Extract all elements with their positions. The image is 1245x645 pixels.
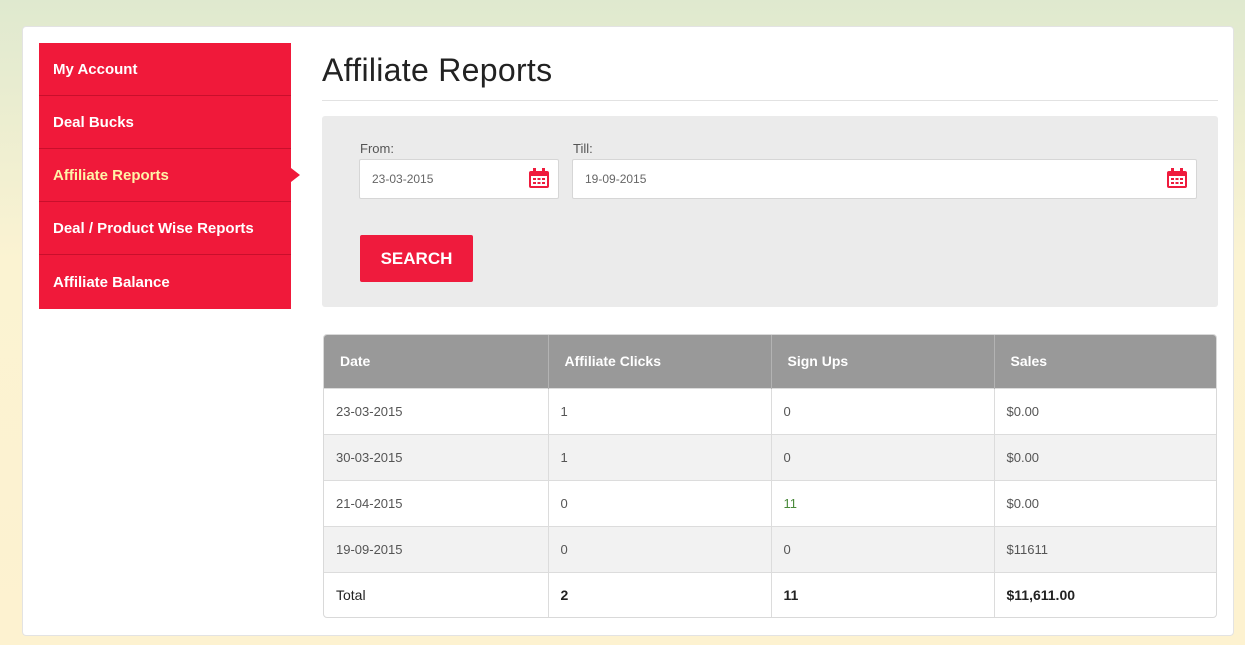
table-header-row: Date Affiliate Clicks Sign Ups Sales bbox=[324, 335, 1216, 388]
affiliate-report-table: Date Affiliate Clicks Sign Ups Sales 23-… bbox=[323, 334, 1217, 618]
sidebar-item-my-account[interactable]: My Account bbox=[39, 43, 291, 96]
column-header-sales[interactable]: Sales bbox=[994, 335, 1216, 388]
table-row: 21-04-2015 0 11 $0.00 bbox=[324, 479, 1216, 526]
total-sales: $11,611.00 bbox=[994, 571, 1216, 617]
total-sign-ups: 11 bbox=[771, 571, 995, 617]
cell-sales: $0.00 bbox=[994, 387, 1216, 434]
table-row: 19-09-2015 0 0 $11611 bbox=[324, 525, 1216, 572]
sidebar-item-deal-product-wise-reports[interactable]: Deal / Product Wise Reports bbox=[39, 202, 291, 255]
column-header-affiliate-clicks[interactable]: Affiliate Clicks bbox=[548, 335, 772, 388]
cell-sales: $11611 bbox=[994, 525, 1216, 572]
sidebar-item-affiliate-balance[interactable]: Affiliate Balance bbox=[39, 255, 291, 309]
calendar-icon[interactable] bbox=[528, 168, 550, 189]
column-header-date[interactable]: Date bbox=[324, 335, 549, 388]
till-date-field[interactable]: 19-09-2015 bbox=[572, 159, 1197, 199]
cell-sign-ups: 0 bbox=[771, 433, 995, 480]
cell-sign-ups: 0 bbox=[771, 525, 995, 572]
sidebar-item-affiliate-reports[interactable]: Affiliate Reports bbox=[39, 149, 300, 202]
sidebar-item-label: My Account bbox=[53, 60, 138, 78]
sidebar-item-deal-bucks[interactable]: Deal Bucks bbox=[39, 96, 291, 149]
calendar-icon[interactable] bbox=[1166, 168, 1188, 189]
cell-affiliate-clicks: 0 bbox=[548, 525, 772, 572]
cell-sign-ups: 0 bbox=[771, 387, 995, 434]
table-total-row: Total 2 11 $11,611.00 bbox=[324, 571, 1216, 617]
cell-sales: $0.00 bbox=[994, 433, 1216, 480]
sidebar-item-label: Affiliate Balance bbox=[53, 273, 170, 291]
column-header-sign-ups[interactable]: Sign Ups bbox=[771, 335, 995, 388]
title-divider bbox=[322, 100, 1218, 101]
table-row: 30-03-2015 1 0 $0.00 bbox=[324, 433, 1216, 480]
cell-sign-ups: 11 bbox=[771, 479, 995, 526]
active-arrow-indicator bbox=[291, 168, 300, 182]
cell-date: 19-09-2015 bbox=[324, 525, 549, 572]
page-title: Affiliate Reports bbox=[322, 52, 553, 88]
cell-date: 30-03-2015 bbox=[324, 433, 549, 480]
search-button[interactable]: SEARCH bbox=[360, 235, 473, 282]
from-date-value: 23-03-2015 bbox=[372, 172, 434, 186]
cell-sales: $0.00 bbox=[994, 479, 1216, 526]
sidebar-item-label: Deal / Product Wise Reports bbox=[53, 219, 254, 237]
cell-date: 23-03-2015 bbox=[324, 387, 549, 434]
total-affiliate-clicks: 2 bbox=[548, 571, 772, 617]
cell-affiliate-clicks: 0 bbox=[548, 479, 772, 526]
account-sidebar: My Account Deal Bucks Affiliate Reports … bbox=[39, 43, 300, 309]
sidebar-item-label: Deal Bucks bbox=[53, 113, 134, 131]
sidebar-item-label: Affiliate Reports bbox=[53, 166, 169, 184]
cell-affiliate-clicks: 1 bbox=[548, 387, 772, 434]
cell-date: 21-04-2015 bbox=[324, 479, 549, 526]
cell-affiliate-clicks: 1 bbox=[548, 433, 772, 480]
till-date-value: 19-09-2015 bbox=[585, 172, 647, 186]
from-date-field[interactable]: 23-03-2015 bbox=[359, 159, 559, 199]
from-label: From: bbox=[360, 141, 394, 156]
total-label: Total bbox=[324, 571, 549, 617]
table-row: 23-03-2015 1 0 $0.00 bbox=[324, 387, 1216, 434]
till-label: Till: bbox=[573, 141, 593, 156]
